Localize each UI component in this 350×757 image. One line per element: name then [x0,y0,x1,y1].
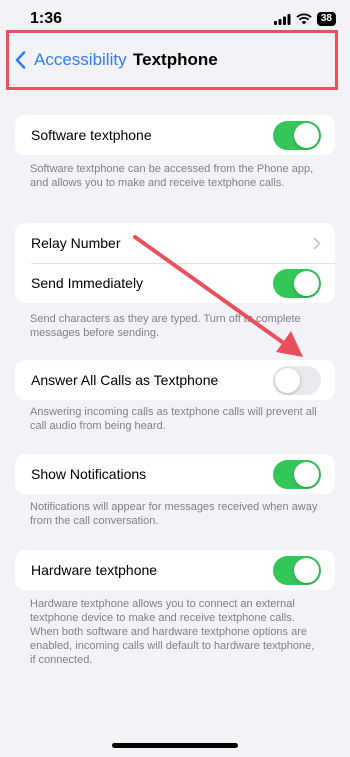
back-button[interactable]: Accessibility [15,50,127,70]
chevron-left-icon [15,51,26,69]
relay-number-row[interactable]: Relay Number [15,223,335,263]
toggle-knob [294,461,319,487]
toggle-knob [294,557,319,583]
chevron-right-icon [313,237,321,249]
back-label: Accessibility [34,50,127,69]
battery-icon: 38 [316,12,336,26]
hardware-textphone-label: Hardware textphone [31,562,158,578]
navigation-bar: Accessibility Textphone [6,30,338,90]
software-textphone-group: Software textphone [15,115,335,155]
show-notifications-note: Notifications will appear for messages r… [30,501,318,527]
answer-calls-row: Answer All Calls as Textphone [15,360,335,400]
hardware-textphone-note: Hardware textphone allows you to connect… [30,598,315,666]
show-notifications-row: Show Notifications [15,454,335,494]
show-notifications-toggle[interactable] [273,459,321,489]
status-time: 1:36 [30,10,63,27]
toggle-knob [294,122,319,148]
hardware-textphone-row: Hardware textphone [15,550,335,590]
wifi-icon [296,13,312,25]
software-textphone-toggle[interactable] [273,120,321,150]
relay-number-label: Relay Number [31,235,121,251]
software-textphone-label: Software textphone [31,127,152,143]
toggle-knob [294,270,319,296]
answer-calls-label: Answer All Calls as Textphone [31,372,219,388]
relay-group: Relay Number Send Immediately [15,223,335,303]
send-immediately-label: Send Immediately [31,275,144,291]
send-immediately-toggle[interactable] [273,268,321,298]
show-notifications-label: Show Notifications [31,466,147,482]
send-immediately-row: Send Immediately [15,263,335,303]
hardware-textphone-group: Hardware textphone [15,550,335,590]
page-title: Textphone [133,50,218,69]
status-bar: 1:36 38 [0,0,350,30]
software-textphone-note: Software textphone can be accessed from … [30,163,314,189]
answer-calls-toggle[interactable] [273,365,321,395]
toggle-knob [275,367,300,393]
status-icons: 38 [273,12,336,26]
notifications-group: Show Notifications [15,454,335,494]
answer-calls-note: Answering incoming calls as textphone ca… [30,406,317,432]
signal-icon [273,13,291,25]
software-textphone-row: Software textphone [15,115,335,155]
answer-calls-group: Answer All Calls as Textphone [15,360,335,400]
send-immediately-note: Send characters as they are typed. Turn … [30,313,301,339]
hardware-textphone-toggle[interactable] [273,555,321,585]
home-indicator[interactable] [112,743,238,748]
